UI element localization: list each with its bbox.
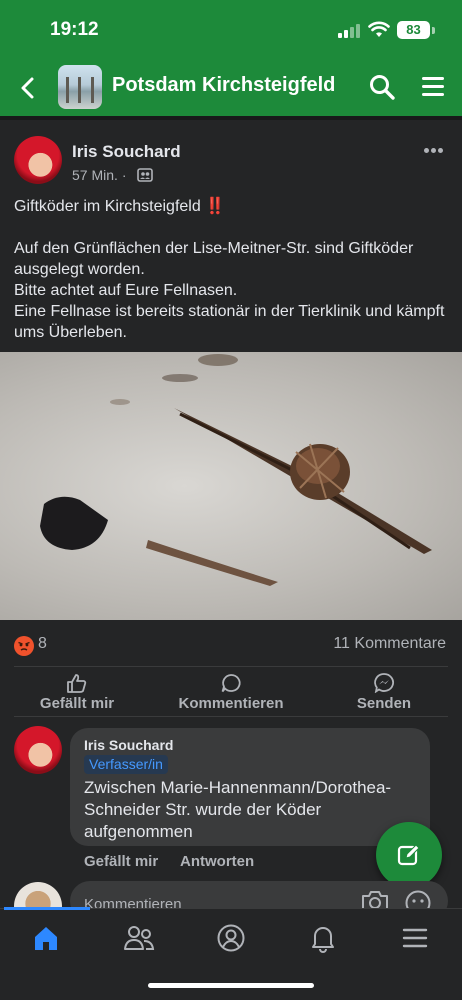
bell-icon[interactable] [308,923,338,953]
meta-separator: · [121,167,127,183]
post-meta: 57 Min. · [72,167,126,183]
comment-text: Zwischen Marie-Hannenmann/Dorothea-Schne… [84,778,392,841]
post-photo[interactable] [0,352,462,620]
post-line-2: Bitte achtet auf Eure Fellnasen. [14,282,238,299]
comment-button[interactable]: Kommentieren [176,673,286,712]
menu-icon[interactable] [401,923,429,953]
home-icon[interactable] [31,923,61,953]
reaction-count[interactable]: 8 [38,635,47,653]
back-arrow-icon[interactable] [14,74,42,102]
post-title: Giftköder im Kirchsteigfeld [14,198,201,215]
messenger-icon [374,673,394,693]
search-icon[interactable] [368,73,396,101]
author-badge: Verfasser/in [84,755,168,774]
create-post-button[interactable] [376,822,442,888]
divider [14,666,448,667]
status-bar: 19:12 83 [0,0,462,58]
thumbs-up-icon [67,674,87,693]
wifi-icon [368,21,390,37]
post-line-1: Auf den Grünflächen der Lise-Meitner-Str… [14,240,414,278]
app-header: 19:12 83 Potsdam Kirchsteigfeld [0,0,462,116]
comment-reply-button[interactable]: Antworten [180,853,254,870]
commenter-avatar[interactable] [14,726,62,774]
comments-count[interactable]: 11 Kommentare [333,635,446,653]
post-text: Giftköder im Kirchsteigfeld ‼️ Auf den G… [14,196,450,343]
separator [0,116,462,120]
divider [14,716,448,717]
like-label: Gefällt mir [39,695,115,712]
send-label: Senden [356,695,412,712]
send-button[interactable]: Senden [354,673,414,712]
comment-label: Kommentieren [178,695,284,712]
group-thumbnail[interactable] [58,65,102,109]
signal-icon [338,24,362,38]
friends-icon[interactable] [123,923,155,953]
edit-icon [397,844,420,866]
active-tab-indicator [4,907,90,910]
double-exclamation-icon: ‼️ [205,198,226,215]
post-author[interactable]: Iris Souchard [72,142,181,162]
post-time[interactable]: 57 Min. [72,167,118,183]
angry-reaction-icon[interactable] [14,636,34,656]
comment-icon [221,674,241,693]
group-title[interactable]: Potsdam Kirchsteigfeld [112,74,335,97]
battery-tip [432,27,435,34]
status-time: 19:12 [50,19,99,40]
battery-icon: 83 [397,21,430,39]
author-avatar[interactable] [14,136,62,184]
home-indicator [148,983,314,988]
comment-author[interactable]: Iris Souchard [84,737,173,753]
more-icon[interactable] [424,140,445,158]
profile-icon[interactable] [216,923,246,953]
comment-like-button[interactable]: Gefällt mir [84,853,158,870]
hamburger-menu-icon[interactable] [422,77,444,97]
group-privacy-icon [137,168,153,182]
like-button[interactable]: Gefällt mir [38,673,116,712]
post-line-3: Eine Fellnase ist bereits stationär in d… [14,303,445,341]
